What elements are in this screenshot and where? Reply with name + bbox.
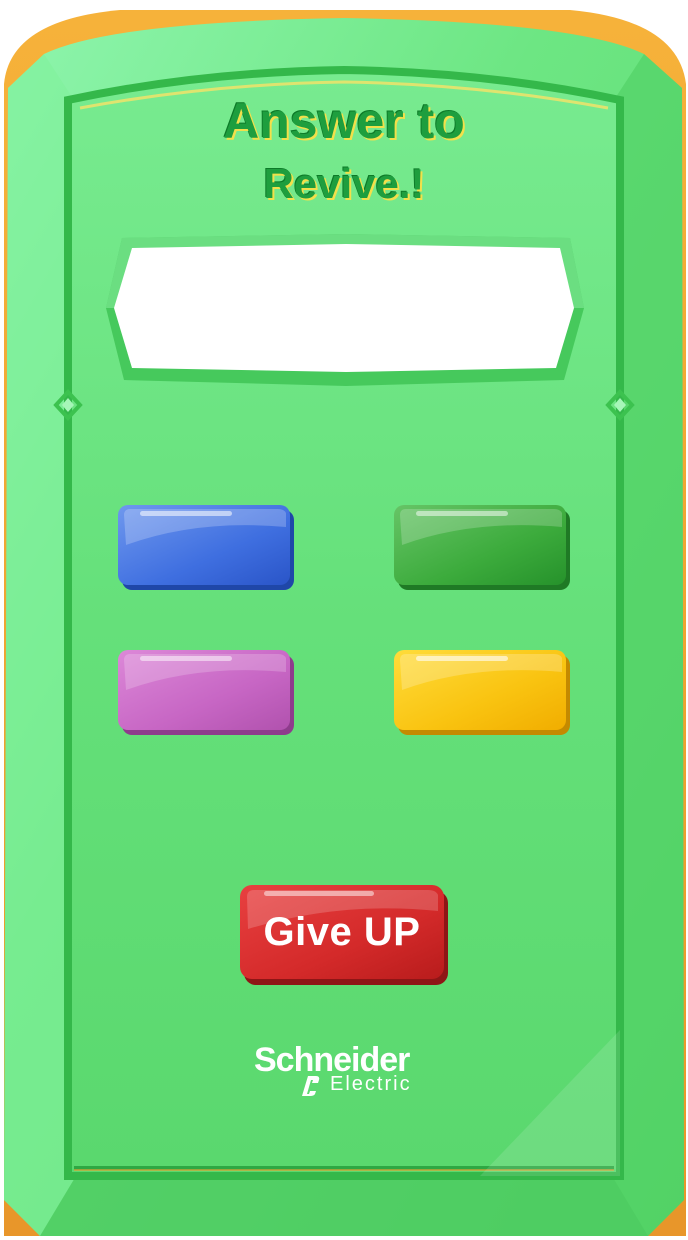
title-line-2: Revive.!	[263, 160, 425, 207]
answer-option-b-button[interactable]	[394, 505, 572, 591]
brand-sub: Electric	[330, 1073, 412, 1095]
option-d-label	[394, 650, 566, 730]
option-b-label	[394, 505, 566, 585]
answer-option-a-button[interactable]	[118, 505, 296, 591]
answer-option-c-button[interactable]	[118, 650, 296, 736]
schneider-logo-icon	[302, 1076, 320, 1096]
give-up-label: Give UP	[263, 910, 421, 954]
title-line-1: Answer to	[223, 93, 465, 149]
revive-dialog: Answer to Revive.! Give UP Schneider Ele…	[0, 0, 688, 1240]
brand-logo: Schneider Electric	[250, 1038, 440, 1102]
option-a-label	[118, 505, 290, 585]
give-up-button[interactable]: Give UP	[240, 885, 448, 985]
answer-text	[140, 272, 548, 342]
option-c-label	[118, 650, 290, 730]
answer-option-d-button[interactable]	[394, 650, 572, 736]
